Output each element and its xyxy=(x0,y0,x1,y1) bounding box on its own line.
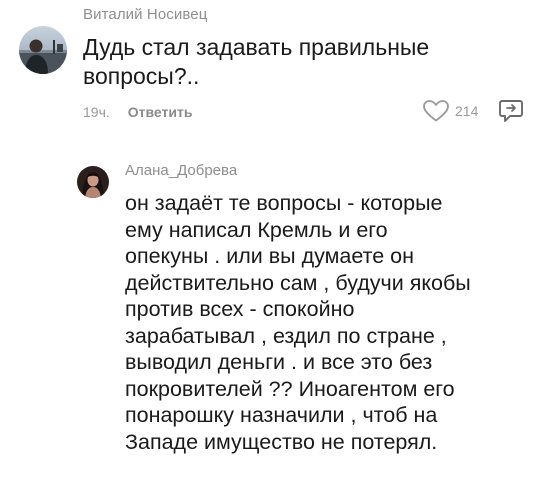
avatar-photo-icon xyxy=(19,26,67,74)
reply-text-line: зарабатывал , ездил по стране , xyxy=(125,323,447,348)
avatar[interactable] xyxy=(19,26,67,74)
speech-bubble-share-icon[interactable] xyxy=(498,98,524,124)
reply-author[interactable]: Алана_Добрева xyxy=(125,162,237,179)
reply-text-line: опекуны . или вы думаете он xyxy=(125,244,414,268)
heart-outline-icon xyxy=(423,100,449,122)
reply-text-line: против всех - спокойно xyxy=(125,297,355,321)
reply-text-line: ему написал Кремль и его xyxy=(125,217,388,242)
avatar[interactable] xyxy=(77,166,109,198)
comment-text-line: Дудь стал задавать правильные xyxy=(83,34,430,60)
reply-text-line: он задаёт те вопросы - которые xyxy=(125,191,443,215)
reply-text-line: выводил деньги . и все это без xyxy=(125,350,433,374)
like-button[interactable]: 214 xyxy=(422,99,478,123)
comment-text-line: вопросы?.. xyxy=(83,63,200,89)
reply-text-line: Западе имущество не потерял. xyxy=(125,429,438,454)
comment-author[interactable]: Виталий Носивец xyxy=(83,6,207,23)
avatar-photo-icon xyxy=(77,166,109,198)
comment-timestamp: 19ч. xyxy=(83,104,110,120)
reply-text: он задаёт те вопросы - которые ему напис… xyxy=(125,190,525,455)
reply-text-line: понарошку назначили , чтоб на xyxy=(125,403,438,427)
comment-meta: 19ч. Ответить xyxy=(83,104,192,120)
reply-text-line: покровителей ?? Иноагентом его xyxy=(125,376,455,401)
reply-text-line: действительно сам , будучи якобы xyxy=(125,270,471,295)
comment-text: Дудь стал задавать правильные вопросы?.. xyxy=(83,33,503,91)
comments-screen: Виталий Носивец Дудь стал задавать прави… xyxy=(0,0,548,480)
like-count: 214 xyxy=(455,103,479,119)
reply-button[interactable]: Ответить xyxy=(128,104,193,120)
